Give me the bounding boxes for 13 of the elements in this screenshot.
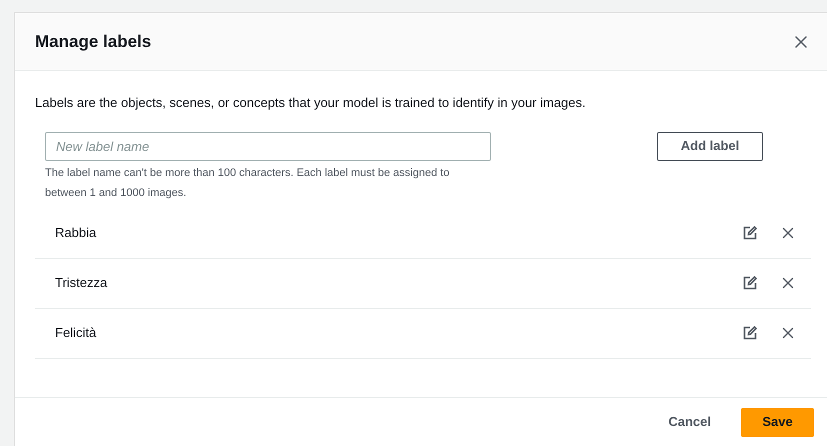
cancel-button[interactable]: Cancel <box>668 412 711 432</box>
edit-icon[interactable] <box>743 276 757 290</box>
description-text: Labels are the objects, scenes, or concepts that your model is trained to identify in your images. <box>35 94 587 112</box>
label-name: Rabbia <box>55 224 98 242</box>
label-name: Felicità <box>55 324 98 342</box>
save-button[interactable]: Save <box>741 408 814 436</box>
add-label-button[interactable]: Add label <box>657 132 763 160</box>
label-name-field[interactable]: New label name <box>45 132 491 160</box>
label-name: Tristezza <box>55 274 108 292</box>
edit-icon[interactable] <box>743 226 757 240</box>
edit-icon[interactable] <box>743 326 757 340</box>
help-text: The label name can't be more than 100 characters. Each label must be assigned to between 1 and 1000 images. <box>45 166 450 200</box>
dialog-title: Manage labels <box>35 30 152 53</box>
